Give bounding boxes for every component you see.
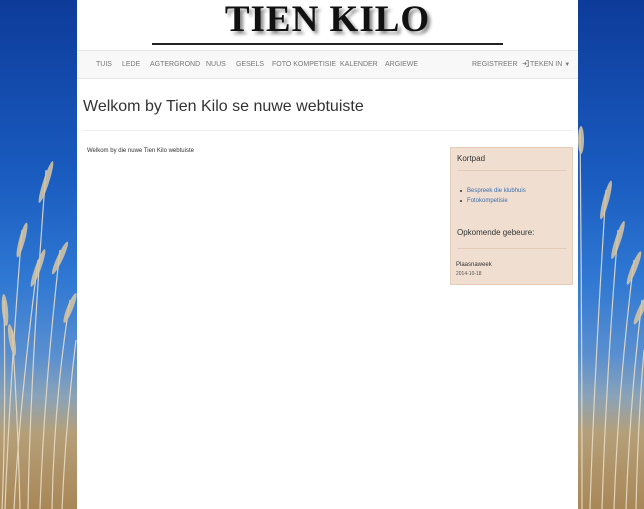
login-icon [522,60,529,67]
login-dropdown[interactable]: TEKEN IN ▼ [522,51,570,78]
shortcut-link-fotokompetisie[interactable]: Fotokompetisie [460,196,526,206]
shortcut-link-klubhuis[interactable]: Bespreek die klubhuis [460,186,526,196]
event-date: 2014-10-18 [456,271,482,277]
event-name[interactable]: Plaasnaweek [456,262,492,268]
login-label: TEKEN IN [530,61,563,68]
nav-item-kalender[interactable]: KALENDER [340,51,378,78]
shortcuts-heading: Kortpad [457,154,486,163]
register-link[interactable]: REGISTREER [472,51,518,78]
nav-item-tuis[interactable]: TUIS [96,51,112,78]
title-divider [83,130,572,131]
page-container: TIEN KILO TUIS LEDE AGTERGROND NUUS GESE… [77,0,578,509]
logo-underline [152,43,503,45]
logo-text: TIEN KILO [224,0,431,40]
caret-down-icon: ▼ [564,62,571,68]
shortcuts-divider [457,170,567,171]
navbar: TUIS LEDE AGTERGROND NUUS GESELS FOTO KO… [77,50,578,79]
site-logo[interactable]: TIEN KILO [77,0,578,48]
events-divider [457,248,567,249]
shortcut-list: Bespreek die klubhuis Fotokompetisie [460,186,526,206]
page-title: Welkom by Tien Kilo se nuwe webtuiste [83,98,364,115]
background-left-reeds [0,0,77,509]
nav-item-gesels[interactable]: GESELS [236,51,264,78]
nav-item-agtergrond[interactable]: AGTERGROND [150,51,200,78]
nav-item-nuus[interactable]: NUUS [206,51,226,78]
nav-item-lede[interactable]: LEDE [122,51,140,78]
background-right-reeds [578,0,644,509]
nav-item-foto-kompetisie[interactable]: FOTO KOMPETISIE [272,51,336,78]
nav-item-argiewe[interactable]: ARGIEWE [385,51,418,78]
welcome-text: Welkom by die nuwe Tien Kilo webtuiste [87,148,194,154]
events-heading: Opkomende gebeure: [457,228,535,237]
